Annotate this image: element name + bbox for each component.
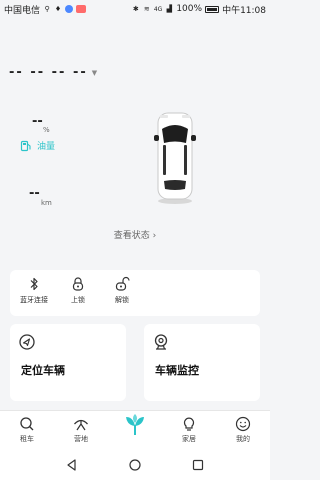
time-label: 中午11:08 [222,5,266,16]
location-icon: ♦ [54,5,62,13]
usb-icon: ⚲ [44,5,50,13]
home-plant-icon [126,414,144,435]
vehicle-monitor-card[interactable]: 车辆监控 [144,324,260,401]
tab-profile[interactable]: 我的 [216,411,270,450]
bluetooth-icon [30,277,38,291]
tab-rent-label: 租车 [20,435,34,443]
view-status-link[interactable]: 查看状态 › [0,228,270,241]
system-nav-bar [0,450,270,480]
recents-icon[interactable] [191,458,205,472]
back-icon[interactable] [65,458,79,472]
home-icon[interactable] [128,458,142,472]
tab-camp-label: 营地 [74,435,88,443]
locate-vehicle-card[interactable]: 定位车辆 [10,324,126,401]
camp-icon [74,419,88,431]
plate-number: -- -- -- -- [9,65,88,80]
camera-icon [154,334,168,350]
lock-label: 上锁 [71,296,85,304]
vehicle-panel: -- -- -- -- ▼ -- % 油量 -- km 查看状态 › [0,18,270,258]
unlock-icon [115,276,130,291]
view-status-label: 查看状态 [113,231,150,241]
quick-actions-card: 蓝牙连接 上锁 解锁 [10,270,260,316]
signal-icon: ▟ [166,5,173,13]
status-bar: 中国电信 ⚲ ♦ ✱ ≋ 4G ▟ 100% 中午11:08 [0,0,270,18]
fuel-label: 油量 [37,142,56,152]
bluetooth-status-icon: ✱ [132,5,139,13]
carrier-label: 中国电信 [4,5,41,16]
chevron-down-icon: ▼ [91,68,98,77]
app-notification-icon [65,5,74,13]
fuel-unit: % [43,126,50,134]
tab-household[interactable]: 家居 [162,411,216,450]
bluetooth-connect-label: 蓝牙连接 [20,296,48,304]
mileage-value: -- [29,186,40,201]
tab-rent[interactable]: 租车 [0,411,54,450]
fuel-indicator: 油量 [20,139,55,152]
unlock-label: 解锁 [115,296,129,304]
locate-vehicle-title: 定位车辆 [21,364,65,377]
lock-button[interactable]: 上锁 [58,270,98,316]
plate-selector[interactable]: -- -- -- -- ▼ [9,65,97,80]
lock-icon [72,277,84,291]
message-notification-icon [76,5,87,13]
tab-profile-label: 我的 [236,435,250,443]
bottom-tab-bar: 租车 营地 家居 我的 [0,410,270,450]
tab-household-label: 家居 [182,435,196,443]
bulb-icon [183,417,195,431]
chevron-right-icon: › [152,231,157,241]
fuel-pump-icon [20,140,31,151]
car-top-view-image [154,112,196,204]
locate-icon [19,334,35,350]
tab-home[interactable] [108,411,162,450]
fuel-value: -- [32,114,43,129]
tab-camp[interactable]: 营地 [54,411,108,450]
wifi-icon: ≋ [143,5,150,13]
smile-icon [235,416,251,432]
mileage-unit: km [41,199,52,207]
signal-label: 4G [153,5,163,13]
search-icon [20,417,34,431]
bluetooth-connect-button[interactable]: 蓝牙连接 [14,270,54,316]
battery-label: 100% [176,4,203,14]
battery-icon [205,5,220,13]
vehicle-monitor-title: 车辆监控 [155,364,199,377]
unlock-button[interactable]: 解锁 [102,270,142,316]
